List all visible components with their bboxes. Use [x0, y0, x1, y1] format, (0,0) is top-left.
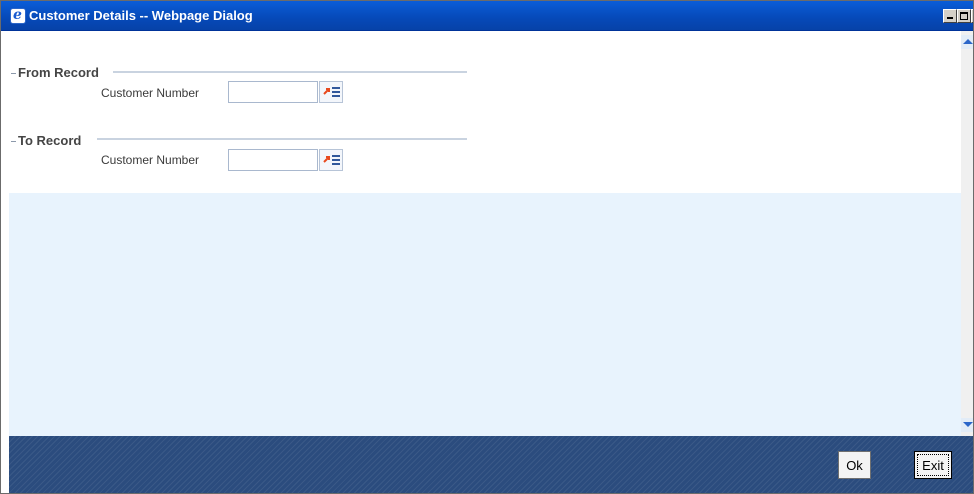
ok-button[interactable]: Ok	[838, 451, 871, 479]
scroll-down-button[interactable]	[961, 418, 973, 432]
from-customer-lov-button[interactable]	[319, 81, 343, 103]
arrow-down-icon	[963, 422, 973, 427]
dialog-content: From Record Customer Number To Record Cu…	[9, 31, 961, 436]
from-record-legend: From Record	[18, 65, 99, 80]
scroll-up-button[interactable]	[961, 35, 973, 49]
maximize-icon	[960, 12, 968, 20]
fieldset-divider	[11, 141, 16, 142]
to-record-legend: To Record	[18, 133, 82, 148]
from-customer-number-label: Customer Number	[101, 86, 200, 100]
list-of-values-icon	[323, 88, 330, 95]
to-customer-number-label: Customer Number	[101, 153, 200, 167]
maximize-button[interactable]	[957, 9, 971, 23]
arrow-up-icon	[963, 39, 973, 44]
fieldset-divider	[11, 73, 16, 74]
fieldset-divider	[97, 138, 467, 140]
list-of-values-icon	[323, 156, 330, 163]
to-customer-lov-button[interactable]	[319, 149, 343, 171]
to-customer-number-input[interactable]	[228, 149, 318, 171]
title-bar[interactable]: e Customer Details -- Webpage Dialog ✕	[1, 1, 973, 31]
dialog-window: e Customer Details -- Webpage Dialog ✕ F…	[0, 0, 974, 494]
from-customer-number-input[interactable]	[228, 81, 318, 103]
form-area: From Record Customer Number To Record Cu…	[9, 31, 961, 193]
exit-button[interactable]: Exit	[914, 451, 952, 479]
list-lines-icon	[332, 87, 340, 99]
fieldset-divider	[113, 71, 467, 73]
window-title: Customer Details -- Webpage Dialog	[29, 8, 253, 23]
list-lines-icon	[332, 155, 340, 167]
ie-icon: e	[10, 7, 26, 24]
vertical-scrollbar[interactable]	[961, 31, 973, 436]
dialog-footer: Ok Exit	[9, 436, 973, 493]
minimize-button[interactable]	[943, 9, 957, 23]
minimize-icon	[947, 17, 953, 19]
